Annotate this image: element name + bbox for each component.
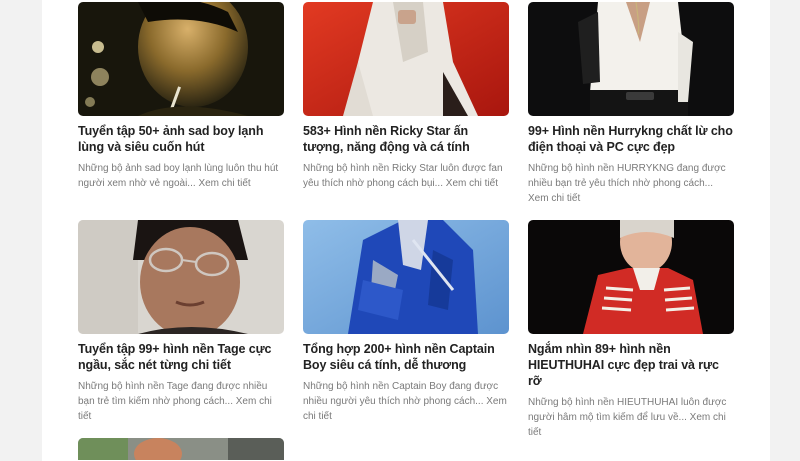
article-card: Tuyển tập 99+ hình nền Tage cực ngầu, sắ… [78,220,284,438]
article-card: Ngắm nhìn 89+ hình nền HIEUTHUHAI cực đẹ… [528,220,734,438]
article-thumbnail[interactable] [78,220,284,334]
article-excerpt: Những bộ hình nền Tage đang được nhiều b… [78,379,284,424]
excerpt-text: Những bộ hình nền HURRYKNG đang được nhi… [528,163,726,189]
article-thumbnail[interactable] [78,2,284,116]
article-card: Tuyển tập 50+ ảnh sad boy lạnh lùng và s… [78,2,284,220]
article-title[interactable]: Ngắm nhìn 89+ hình nền HIEUTHUHAI cực đẹ… [528,341,734,389]
article-thumbnail[interactable] [303,2,509,116]
partial-image [78,438,284,460]
article-card: Tổng hợp 200+ hình nền Captain Boy siêu … [303,220,509,438]
read-more-link[interactable]: Xem chi tiết [528,193,580,204]
article-title[interactable]: 99+ Hình nền Hurrykng chất lừ cho điện t… [528,123,734,155]
article-title[interactable]: Tuyển tập 50+ ảnh sad boy lạnh lùng và s… [78,123,284,155]
article-thumbnail[interactable] [303,220,509,334]
article-thumbnail[interactable] [528,220,734,334]
ricky-star-image [303,2,509,116]
article-excerpt: Những bộ ảnh sad boy lạnh lùng luôn thu … [78,161,284,191]
captain-boy-image [303,220,509,334]
content-area: Tuyển tập 50+ ảnh sad boy lạnh lùng và s… [42,0,770,461]
article-excerpt: Những bộ hình nền Captain Boy đang được … [303,379,509,424]
article-card: 583+ Hình nền Ricky Star ấn tượng, năng … [303,2,509,220]
article-title[interactable]: 583+ Hình nền Ricky Star ấn tượng, năng … [303,123,509,155]
hurrykng-image [528,2,734,116]
read-more-link[interactable]: Xem chi tiết [446,178,498,189]
article-card-partial [78,438,284,460]
article-excerpt: Những bộ hình nền HIEUTHUHAI luôn được n… [528,395,734,440]
article-title[interactable]: Tuyển tập 99+ hình nền Tage cực ngầu, sắ… [78,341,284,373]
article-title[interactable]: Tổng hợp 200+ hình nền Captain Boy siêu … [303,341,509,373]
excerpt-text: Những bộ hình nền Captain Boy đang được … [303,381,499,407]
hieuthuhai-image [528,220,734,334]
article-grid: Tuyển tập 50+ ảnh sad boy lạnh lùng và s… [78,2,734,460]
article-thumbnail[interactable] [78,438,284,460]
article-card: 99+ Hình nền Hurrykng chất lừ cho điện t… [528,2,734,220]
sad-boy-image [78,2,284,116]
article-excerpt: Những bộ hình nền Ricky Star luôn được f… [303,161,509,191]
read-more-link[interactable]: Xem chi tiết [198,178,250,189]
article-thumbnail[interactable] [528,2,734,116]
article-excerpt: Những bộ hình nền HURRYKNG đang được nhi… [528,161,734,206]
tage-image [78,220,284,334]
